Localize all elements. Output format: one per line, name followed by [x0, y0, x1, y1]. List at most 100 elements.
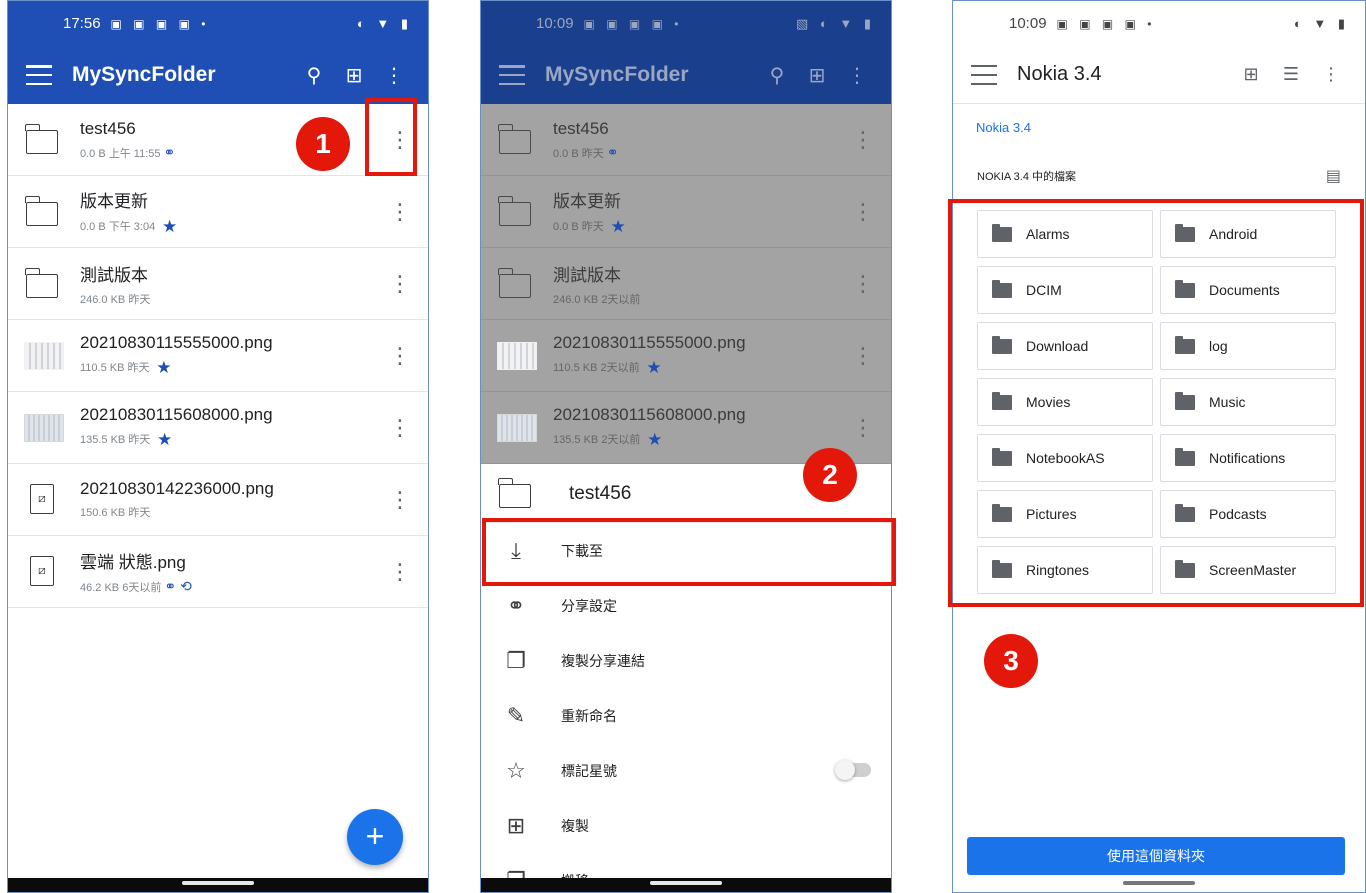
- item-text: 測試版本 246.0 KB 昨天: [80, 261, 388, 307]
- sheet-action-icon: ☆: [506, 757, 526, 783]
- item-meta: 246.0 KB 昨天: [80, 291, 388, 307]
- item-name: 20210830115608000.png: [553, 405, 746, 424]
- image-thumbnail: [497, 340, 537, 372]
- sheet-title: test456: [569, 482, 632, 504]
- item-meta: 0.0 B 昨天 ★: [553, 217, 851, 237]
- sheet-item-4[interactable]: ☆ 標記星號: [481, 743, 891, 798]
- sheet-item-label: 重新命名: [561, 707, 617, 724]
- step-badge-3: 3: [984, 634, 1038, 688]
- thumbnail-preview: [497, 341, 537, 370]
- item-more-icon[interactable]: ⋮: [388, 272, 412, 295]
- list-item: 版本更新 0.0 B 昨天 ★ ⋮: [481, 176, 891, 248]
- item-meta: 110.5 KB 昨天 ★: [80, 358, 388, 378]
- item-meta: 46.2 KB 6天以前 ⚭ ⟲: [80, 578, 388, 595]
- list-item[interactable]: ⧄ 雲端 狀態.png 46.2 KB 6天以前 ⚭ ⟲ ⋮: [8, 536, 428, 608]
- folder-icon: [497, 477, 535, 510]
- sheet-item-label: 複製分享連結: [561, 652, 645, 669]
- home-indicator[interactable]: [650, 881, 722, 885]
- item-name: 20210830115555000.png: [80, 333, 273, 352]
- thumbnail-preview: [497, 413, 537, 442]
- grid-view-icon[interactable]: ⊞: [334, 63, 374, 88]
- folder-outline: [25, 195, 58, 226]
- image-glyph: ⧄: [30, 483, 54, 514]
- item-text: 20210830115555000.png 110.5 KB 2天以前 ★: [553, 333, 851, 378]
- more-options-icon[interactable]: ⋮: [374, 63, 414, 88]
- item-name: 版本更新: [553, 191, 621, 211]
- item-text: 20210830115555000.png 110.5 KB 昨天 ★: [80, 333, 388, 378]
- sheet-item-5[interactable]: ⊞ 複製: [481, 798, 891, 853]
- app-title: MySyncFolder: [72, 63, 216, 86]
- item-more-icon[interactable]: ⋮: [388, 560, 412, 583]
- item-name: 測試版本: [80, 265, 148, 285]
- item-more-icon[interactable]: ⋮: [388, 344, 412, 367]
- highlight-box-kebab: [365, 98, 417, 176]
- folder-outline: [498, 195, 531, 226]
- item-meta-text: 246.0 KB 2天以前: [553, 293, 641, 306]
- more-options-icon[interactable]: ⋮: [1311, 64, 1351, 85]
- item-meta-text: 135.5 KB 2天以前: [553, 434, 641, 446]
- sheet-item-2[interactable]: ❐ 複製分享連結: [481, 633, 891, 688]
- item-more-icon[interactable]: ⋮: [388, 416, 412, 439]
- hamburger-menu-icon[interactable]: [971, 64, 997, 85]
- notification-icons: ▣ ▣ ▣ ▣ •: [583, 16, 683, 31]
- list-item[interactable]: 20210830115555000.png 110.5 KB 昨天 ★ ⋮: [8, 320, 428, 392]
- status-bar: 17:56 ▣ ▣ ▣ ▣ • ◐ ▼ ▮: [8, 1, 428, 46]
- image-file-icon: ⧄: [24, 483, 62, 516]
- item-meta-text: 46.2 KB 6天以前: [80, 582, 162, 594]
- sheet-item-label: 複製: [561, 817, 589, 834]
- sheet-item-3[interactable]: ✎ 重新命名: [481, 688, 891, 743]
- status-time: 17:56: [63, 15, 101, 32]
- item-more-icon[interactable]: ⋮: [388, 200, 412, 223]
- star-toggle-switch[interactable]: [835, 760, 871, 780]
- sort-icon[interactable]: ☰: [1271, 64, 1311, 85]
- star-icon: ★: [152, 430, 173, 449]
- list-item[interactable]: ⧄ 20210830142236000.png 150.6 KB 昨天 ⋮: [8, 464, 428, 536]
- item-name: 20210830142236000.png: [80, 479, 274, 498]
- file-list: test456 0.0 B 上午 11:55 ⚭ ⋮ 版本更新 0.0 B 下午 3:04…: [8, 104, 428, 608]
- list-item[interactable]: 20210830115608000.png 135.5 KB 昨天 ★ ⋮: [8, 392, 428, 464]
- sheet-item-1[interactable]: ⚭ 分享設定: [481, 578, 891, 633]
- thumbnail-preview: [24, 413, 64, 442]
- status-bar: 10:09 ▣ ▣ ▣ ▣ • ◐ ▼ ▮: [953, 1, 1365, 46]
- item-meta: 110.5 KB 2天以前 ★: [553, 358, 851, 378]
- list-view-icon[interactable]: ▤: [1326, 166, 1341, 186]
- sheet-item-label: 分享設定: [561, 597, 617, 614]
- item-meta: 150.6 KB 昨天: [80, 504, 388, 520]
- home-indicator[interactable]: [182, 881, 254, 885]
- item-name: 版本更新: [80, 191, 148, 211]
- section-header: NOKIA 3.4 中的檔案 ▤: [953, 148, 1365, 204]
- step-badge-1: 1: [296, 117, 350, 171]
- item-text: 版本更新 0.0 B 下午 3:04 ★: [80, 187, 388, 237]
- item-meta: 0.0 B 下午 3:04 ★: [80, 217, 388, 237]
- sheet-action-icon: ❐: [506, 647, 526, 673]
- breadcrumb[interactable]: Nokia 3.4: [953, 104, 1365, 148]
- new-folder-icon[interactable]: ⊞: [1231, 64, 1271, 85]
- star-icon: ★: [605, 216, 626, 236]
- home-indicator[interactable]: [1123, 881, 1195, 885]
- item-meta-text: 110.5 KB 昨天: [80, 362, 150, 374]
- list-item: test456 0.0 B 昨天 ⚭ ⋮: [481, 104, 891, 176]
- hamburger-menu-icon[interactable]: [26, 65, 52, 85]
- list-item[interactable]: 版本更新 0.0 B 下午 3:04 ★ ⋮: [8, 176, 428, 248]
- item-more-icon: ⋮: [852, 342, 874, 368]
- image-thumbnail: [24, 340, 64, 372]
- thumbnail-preview: [24, 341, 64, 370]
- image-glyph: ⧄: [30, 555, 54, 586]
- sheet-action-icon: ⚭: [506, 592, 526, 618]
- sheet-item-label: 標記星號: [561, 762, 617, 779]
- notification-icons: ▣ ▣ ▣ ▣ •: [110, 16, 210, 31]
- list-item[interactable]: 測試版本 246.0 KB 昨天 ⋮: [8, 248, 428, 320]
- link-icon: ⚭: [606, 143, 619, 160]
- dimmed-file-list[interactable]: test456 0.0 B 昨天 ⚭ ⋮ 版本更新 0.0 B 昨天 ★ ⋮ 測試版本 246.…: [481, 104, 891, 464]
- item-text: 20210830115608000.png 135.5 KB 昨天 ★: [80, 405, 388, 450]
- search-icon[interactable]: ⚲: [294, 63, 334, 88]
- app-bar: Nokia 3.4 ⊞ ☰ ⋮: [953, 46, 1365, 104]
- item-more-icon: ⋮: [852, 198, 874, 224]
- status-time: 10:09: [536, 15, 574, 32]
- gesture-nav-bar: [8, 878, 428, 892]
- add-fab-button[interactable]: +: [347, 809, 403, 865]
- star-icon: ★: [157, 216, 178, 236]
- use-this-folder-button[interactable]: 使用這個資料夾: [967, 837, 1345, 875]
- folder-icon: [24, 195, 62, 228]
- item-more-icon[interactable]: ⋮: [388, 488, 412, 511]
